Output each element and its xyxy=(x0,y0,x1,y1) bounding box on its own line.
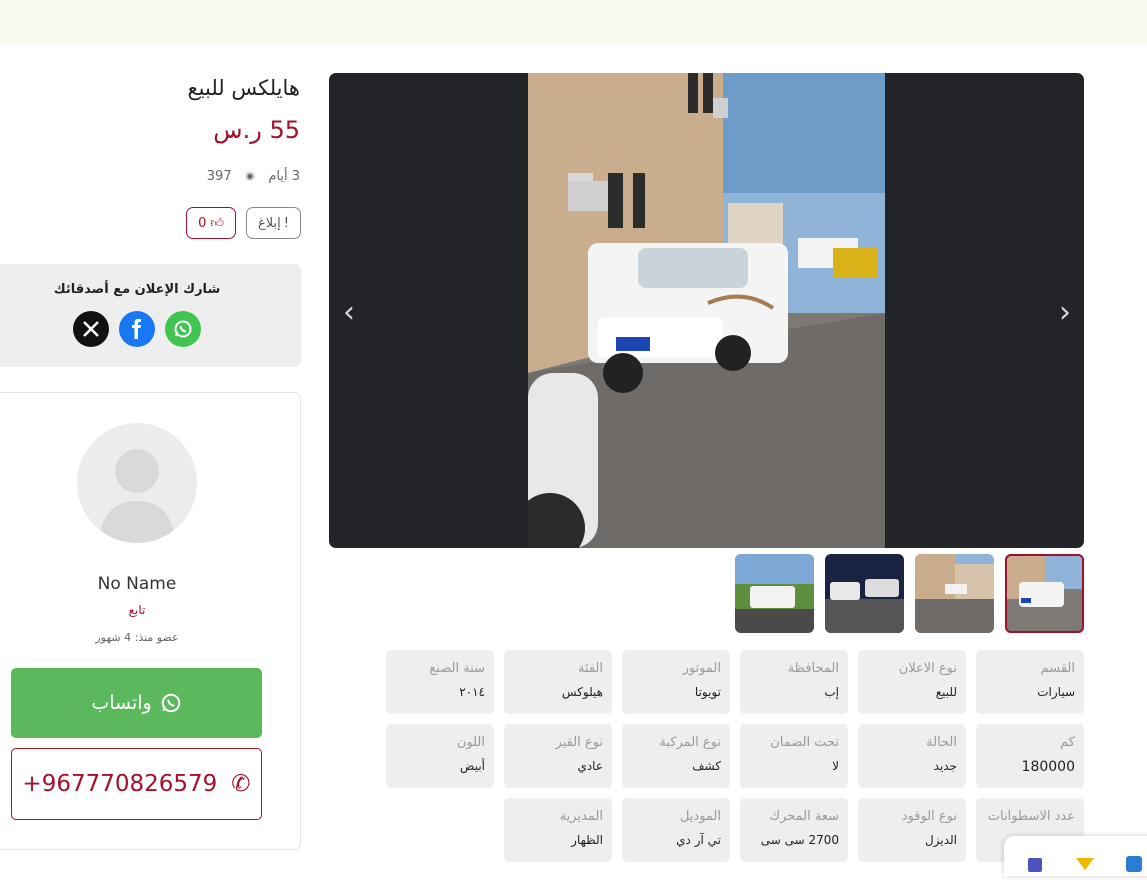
x-icon xyxy=(83,321,99,337)
whatsapp-label: واتساب xyxy=(91,692,152,714)
whatsapp-icon xyxy=(161,693,180,713)
spec-fuel-type: نوع الوقود الديزل xyxy=(858,798,966,862)
alert-icon: ! xyxy=(283,215,289,231)
whatsapp-contact-button[interactable]: واتساب xyxy=(11,668,262,738)
spec-engine-size: سعة المحرك 2700 سى سى xyxy=(740,798,848,862)
spec-transmission: نوع القير عادي xyxy=(504,724,612,788)
eye-icon: ◉ xyxy=(245,171,255,182)
spec-category: القسم سيارات xyxy=(976,650,1084,714)
image-gallery: ‹ › xyxy=(329,73,1084,548)
facebook-icon xyxy=(132,319,141,339)
top-bar xyxy=(0,0,1147,44)
seller-name: No Name xyxy=(97,574,177,594)
like-count: 0 xyxy=(198,215,207,231)
seller-avatar xyxy=(77,423,197,543)
ad-age: 3 أيام xyxy=(268,169,300,184)
seller-role: تابع xyxy=(128,603,146,617)
gallery-thumbnail-4[interactable] xyxy=(735,554,814,633)
report-button[interactable]: ! إبلاغ xyxy=(246,207,301,239)
like-button[interactable]: 0 👍︎ xyxy=(186,207,236,239)
floating-widget[interactable] xyxy=(1004,836,1147,876)
main-photo[interactable] xyxy=(528,73,885,548)
thumbs-up-icon: 👍︎ xyxy=(210,215,224,231)
spec-mileage: كم 180000 xyxy=(976,724,1084,788)
gallery-thumbnail-2[interactable] xyxy=(915,554,994,633)
next-image-arrow[interactable]: › xyxy=(1047,295,1083,331)
ad-title: هايلكس للبيع xyxy=(187,76,300,100)
spec-model: الموديل تي آر دي xyxy=(622,798,730,862)
spec-color: اللون أبيض xyxy=(386,724,494,788)
whatsapp-share-button[interactable] xyxy=(165,311,201,347)
report-label: إبلاغ xyxy=(258,215,281,231)
ad-price: 55 ر.س xyxy=(213,116,300,144)
gallery-thumbnail-3[interactable] xyxy=(825,554,904,633)
spec-class: الفئة هيلوكس xyxy=(504,650,612,714)
spec-warranty: تحت الضمان لا xyxy=(740,724,848,788)
spec-condition: الحالة جديد xyxy=(858,724,966,788)
spec-ad-type: نوع الاعلان للبيع xyxy=(858,650,966,714)
floating-widget-icons xyxy=(1028,856,1142,872)
share-panel xyxy=(0,264,301,367)
gallery-thumbnail-1[interactable] xyxy=(1005,554,1084,633)
share-title: شارك الإعلان مع أصدقائك xyxy=(53,282,221,297)
spec-make: الموتور تويوتا xyxy=(622,650,730,714)
ad-meta: 3 أيام ◉ 397 xyxy=(207,169,300,184)
facebook-share-button[interactable] xyxy=(119,311,155,347)
spec-body-type: نوع المركبة كشف xyxy=(622,724,730,788)
whatsapp-icon xyxy=(174,320,192,338)
phone-number: +967770826579 xyxy=(22,771,218,797)
x-share-button[interactable] xyxy=(73,311,109,347)
phone-call-button[interactable]: +967770826579 ✆ xyxy=(11,748,262,820)
user-placeholder-icon xyxy=(99,449,175,543)
spec-governorate: المحافظة إب xyxy=(740,650,848,714)
spec-district: المديرية الظهار xyxy=(504,798,612,862)
previous-image-arrow[interactable]: ‹ xyxy=(331,295,367,331)
spec-year: سنة الصنع ٢٠١٤ xyxy=(386,650,494,714)
view-count: 397 xyxy=(206,169,232,184)
seller-member-since: عضو منذ: 4 شهور xyxy=(95,631,179,644)
phone-icon: ✆ xyxy=(231,771,251,797)
